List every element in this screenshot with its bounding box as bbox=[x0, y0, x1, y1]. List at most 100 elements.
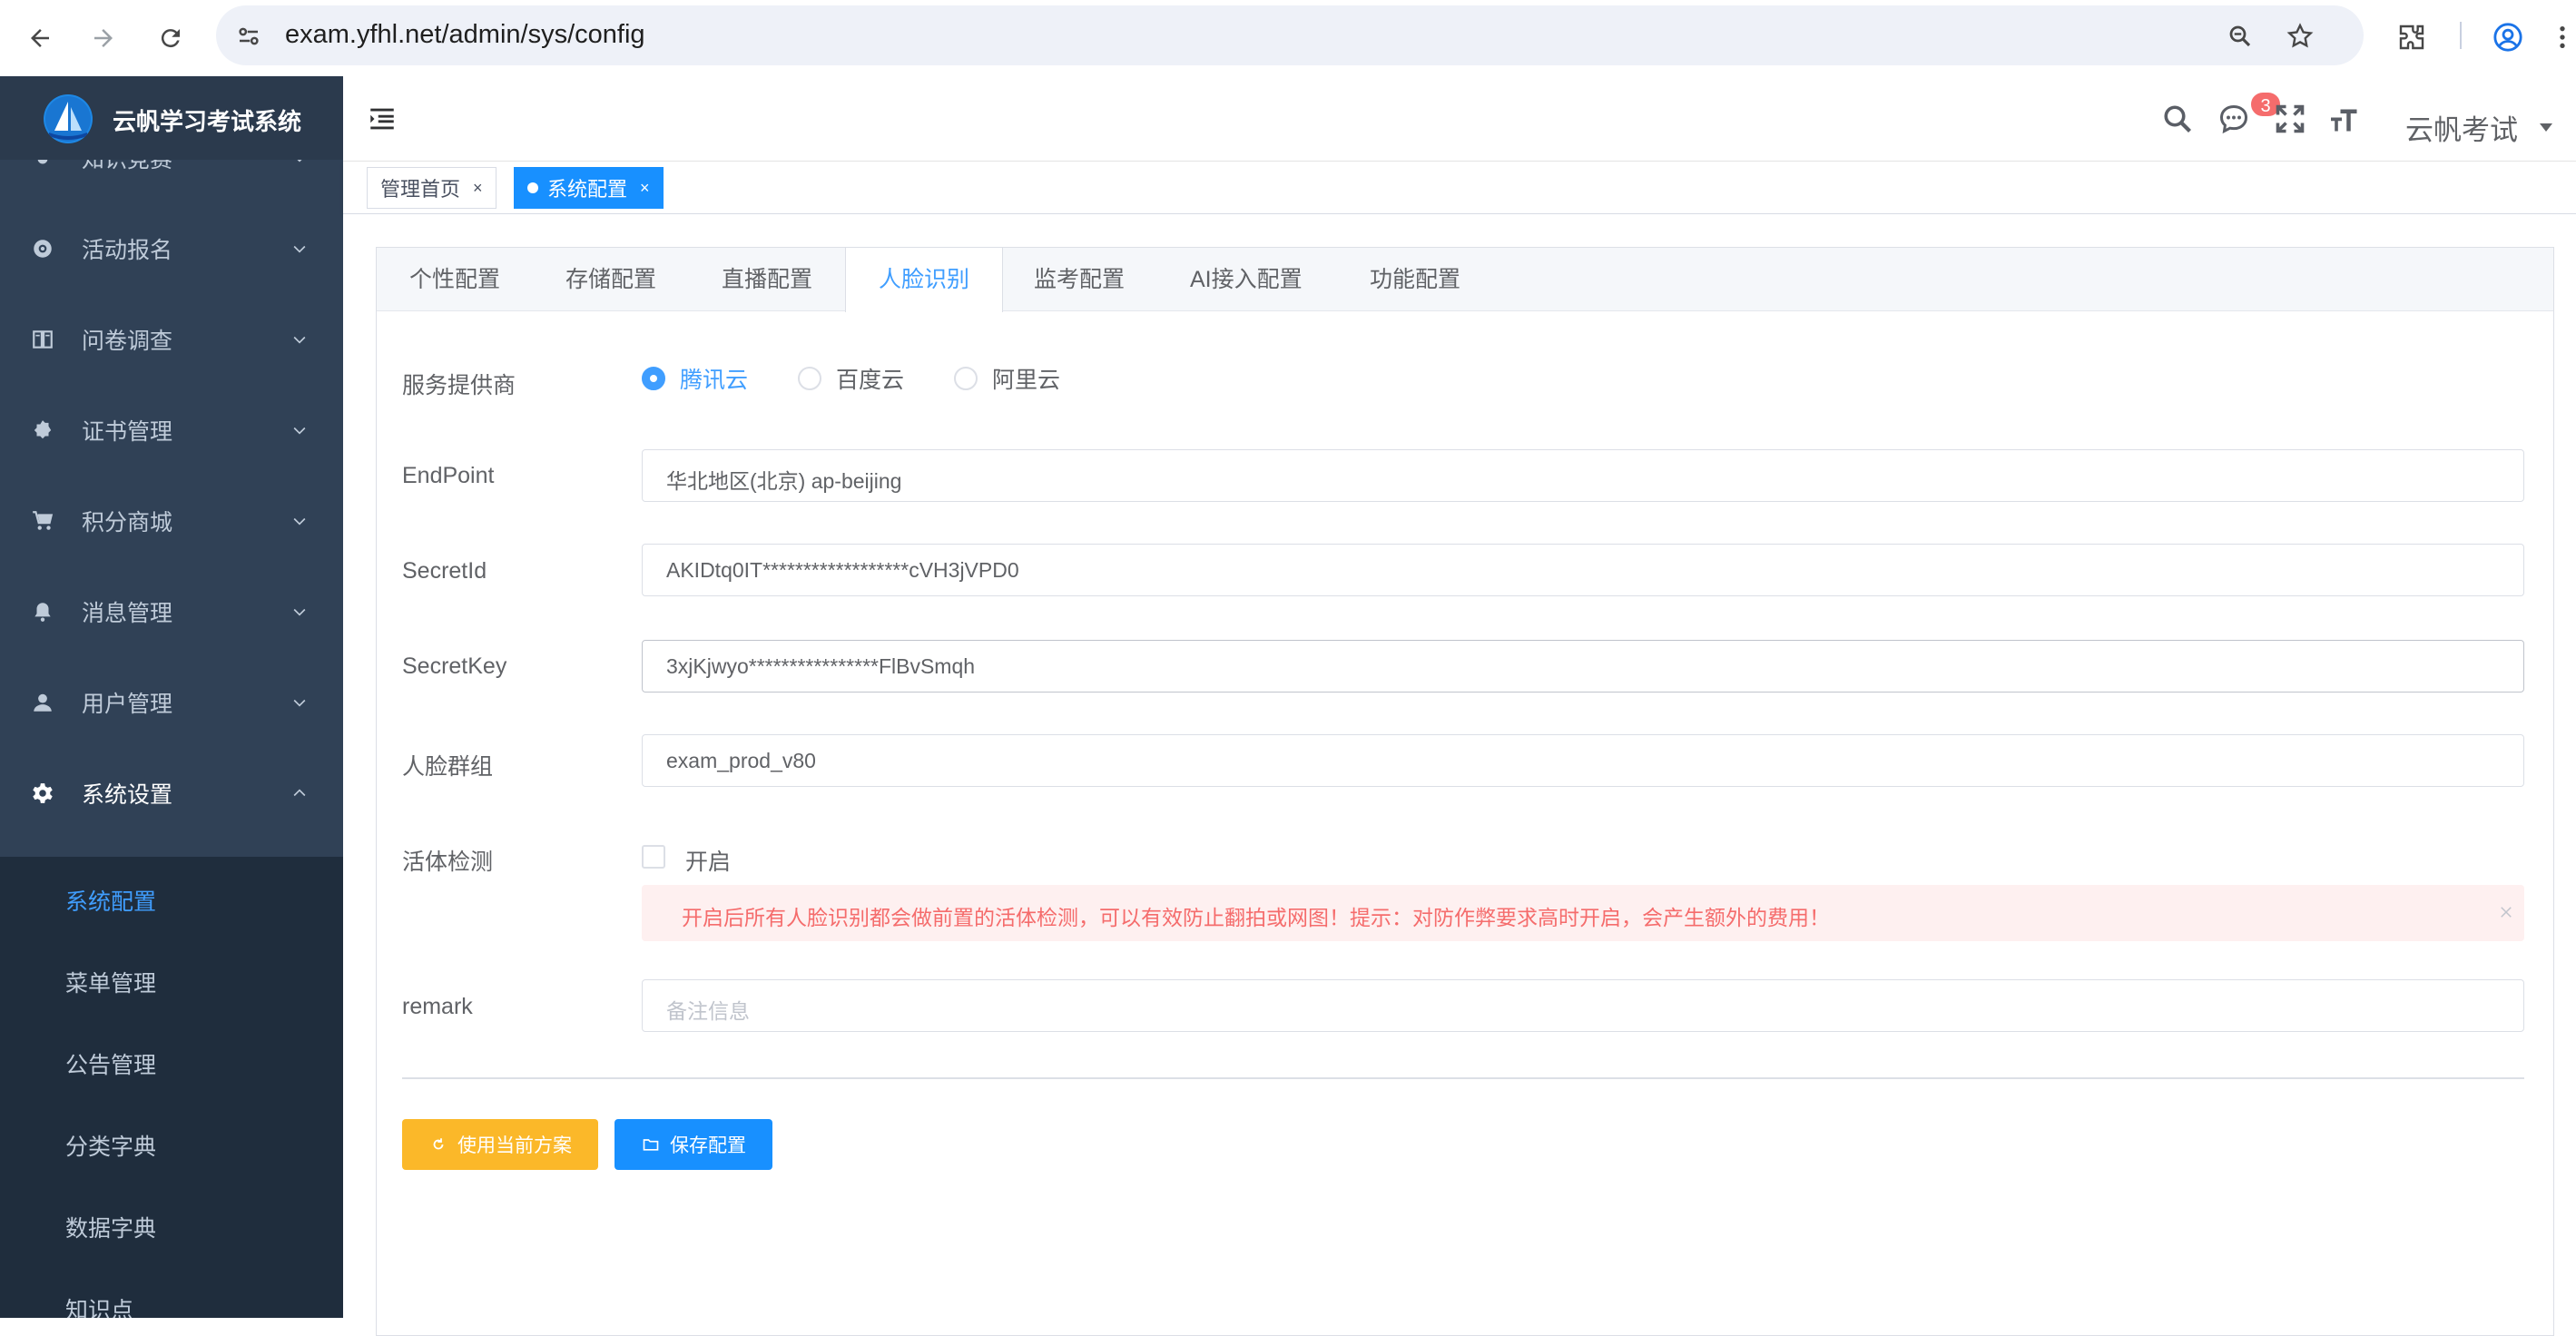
hamburger-toggle-icon[interactable] bbox=[361, 98, 403, 140]
tab-feature[interactable]: 功能配置 bbox=[1337, 248, 1493, 311]
face-group-value: exam_prod_v80 bbox=[666, 749, 816, 772]
radio-aliyun[interactable]: 阿里云 bbox=[954, 351, 1060, 406]
liveness-checkbox[interactable] bbox=[642, 845, 665, 869]
form-divider bbox=[402, 1077, 2524, 1079]
submenu-item-notice[interactable]: 公告管理 bbox=[0, 1020, 343, 1102]
secret-id-input[interactable]: AKIDtq0IT******************cVH3jVPD0 bbox=[642, 544, 2524, 596]
chevron-down-icon bbox=[289, 419, 310, 441]
cart-icon bbox=[29, 507, 56, 535]
radio-label: 腾讯云 bbox=[680, 368, 749, 393]
tab-proctor[interactable]: 监考配置 bbox=[1001, 248, 1157, 311]
bookmark-star-icon[interactable] bbox=[2282, 18, 2318, 54]
zoom-icon[interactable] bbox=[2222, 18, 2258, 54]
config-card: 个性配置 存储配置 直播配置 人脸识别 监考配置 AI接入配置 功能配置 服务提… bbox=[376, 247, 2554, 1336]
extensions-icon[interactable] bbox=[2391, 16, 2433, 58]
menu-item-activity[interactable]: 活动报名 bbox=[0, 203, 343, 294]
liveness-checkbox-label[interactable]: 开启 bbox=[685, 844, 731, 877]
caret-down-icon[interactable] bbox=[2540, 123, 2552, 132]
logo-sail-icon bbox=[44, 94, 93, 143]
user-icon bbox=[29, 689, 56, 716]
secret-id-label: SecretId bbox=[402, 558, 487, 584]
address-bar[interactable]: exam.yfhl.net/admin/sys/config bbox=[216, 5, 2364, 65]
folder-icon bbox=[641, 1135, 661, 1154]
forward-button[interactable] bbox=[82, 16, 125, 60]
active-dot-icon bbox=[527, 182, 538, 193]
radio-checked-icon bbox=[642, 367, 665, 390]
chevron-up-icon bbox=[289, 782, 310, 804]
tabs-header: 个性配置 存储配置 直播配置 人脸识别 监考配置 AI接入配置 功能配置 bbox=[377, 248, 2553, 312]
submenu-label: 分类字典 bbox=[65, 1135, 157, 1160]
remark-input[interactable]: 备注信息 bbox=[642, 979, 2524, 1032]
endpoint-label: EndPoint bbox=[402, 463, 495, 488]
top-navbar: 3 云帆考试 bbox=[343, 76, 2576, 162]
liveness-alert: 开启后所有人脸识别都会做前置的活体检测，可以有效防止翻拍或网图！提示：对防作弊要… bbox=[642, 885, 2524, 941]
chrome-menu-icon[interactable] bbox=[2549, 16, 2576, 58]
menu-label: 积分商城 bbox=[82, 510, 173, 535]
tab-personal[interactable]: 个性配置 bbox=[377, 248, 533, 311]
menu-item-shop[interactable]: 积分商城 bbox=[0, 476, 343, 566]
tag-label: 系统配置 bbox=[547, 178, 628, 201]
username[interactable]: 云帆考试 bbox=[2405, 107, 2518, 148]
tab-ai[interactable]: AI接入配置 bbox=[1157, 248, 1335, 311]
radio-label: 阿里云 bbox=[992, 368, 1061, 393]
secret-key-input[interactable]: 3xjKjwyo****************FlBvSmqh bbox=[642, 640, 2524, 693]
use-current-button[interactable]: 使用当前方案 bbox=[402, 1119, 598, 1170]
submenu-item-menu[interactable]: 菜单管理 bbox=[0, 938, 343, 1020]
save-config-button[interactable]: 保存配置 bbox=[615, 1119, 772, 1170]
menu-label: 用户管理 bbox=[82, 692, 173, 717]
chevron-down-icon bbox=[289, 692, 310, 713]
submenu-item-knowledge[interactable]: 知识点 bbox=[0, 1265, 343, 1318]
tab-live[interactable]: 直播配置 bbox=[689, 248, 845, 311]
chevron-down-icon bbox=[289, 510, 310, 532]
tab-storage[interactable]: 存储配置 bbox=[533, 248, 689, 311]
menu-item-user[interactable]: 用户管理 bbox=[0, 657, 343, 748]
endpoint-input[interactable]: 华北地区(北京) ap-beijing bbox=[642, 449, 2524, 502]
submenu-item-config[interactable]: 系统配置 bbox=[0, 857, 343, 938]
toolbar-divider bbox=[2460, 22, 2462, 49]
bell-icon bbox=[29, 598, 56, 625]
face-group-label: 人脸群组 bbox=[402, 754, 494, 780]
radio-baidu[interactable]: 百度云 bbox=[798, 351, 904, 406]
survey-icon bbox=[29, 326, 56, 353]
forward-arrow-icon bbox=[94, 29, 113, 47]
tag-sys-config[interactable]: 系统配置 × bbox=[514, 167, 664, 209]
menu-item-message[interactable]: 消息管理 bbox=[0, 566, 343, 657]
menu-label: 系统设置 bbox=[82, 782, 173, 808]
browser-toolbar: exam.yfhl.net/admin/sys/config bbox=[0, 0, 2576, 76]
close-icon[interactable]: × bbox=[473, 179, 483, 198]
close-icon[interactable]: × bbox=[640, 179, 650, 198]
menu-label: 活动报名 bbox=[82, 238, 173, 263]
gear-icon bbox=[29, 780, 56, 807]
profile-icon[interactable] bbox=[2487, 16, 2529, 58]
submenu-item-category-dict[interactable]: 分类字典 bbox=[0, 1102, 343, 1184]
menu-label: 证书管理 bbox=[82, 419, 173, 445]
fullscreen-icon[interactable] bbox=[2269, 98, 2311, 140]
menu-item-certificate[interactable]: 证书管理 bbox=[0, 385, 343, 476]
font-size-icon[interactable] bbox=[2324, 98, 2365, 140]
main-content: 个性配置 存储配置 直播配置 人脸识别 监考配置 AI接入配置 功能配置 服务提… bbox=[343, 214, 2576, 1336]
tag-home[interactable]: 管理首页 × bbox=[367, 167, 497, 209]
menu-item-system[interactable]: 系统设置 bbox=[0, 748, 343, 839]
reload-icon bbox=[161, 29, 180, 48]
submenu-item-data-dict[interactable]: 数据字典 bbox=[0, 1184, 343, 1265]
chevron-down-icon bbox=[289, 238, 310, 260]
submenu-system: 系统配置 菜单管理 公告管理 分类字典 数据字典 知识点 bbox=[0, 857, 343, 1318]
search-icon[interactable] bbox=[2157, 98, 2198, 140]
sidebar-logo[interactable]: 云帆学习考试系统 bbox=[0, 76, 343, 160]
radio-unchecked-icon bbox=[798, 367, 821, 390]
radio-label: 百度云 bbox=[836, 368, 905, 393]
menu-item-survey[interactable]: 问卷调查 bbox=[0, 294, 343, 385]
tab-face-recognition[interactable]: 人脸识别 bbox=[845, 248, 1004, 312]
radio-tencent[interactable]: 腾讯云 bbox=[642, 351, 748, 406]
site-settings-icon[interactable] bbox=[231, 18, 267, 54]
url-text[interactable]: exam.yfhl.net/admin/sys/config bbox=[285, 20, 645, 50]
menu-label: 消息管理 bbox=[82, 601, 173, 626]
close-icon[interactable] bbox=[2493, 899, 2519, 925]
back-button[interactable] bbox=[18, 16, 62, 60]
app-name: 云帆学习考试系统 bbox=[113, 108, 302, 135]
endpoint-value: 华北地区(北京) ap-beijing bbox=[666, 469, 902, 493]
radio-unchecked-icon bbox=[954, 367, 978, 390]
activity-icon bbox=[29, 235, 56, 262]
reload-button[interactable] bbox=[149, 16, 192, 60]
face-group-input[interactable]: exam_prod_v80 bbox=[642, 734, 2524, 787]
